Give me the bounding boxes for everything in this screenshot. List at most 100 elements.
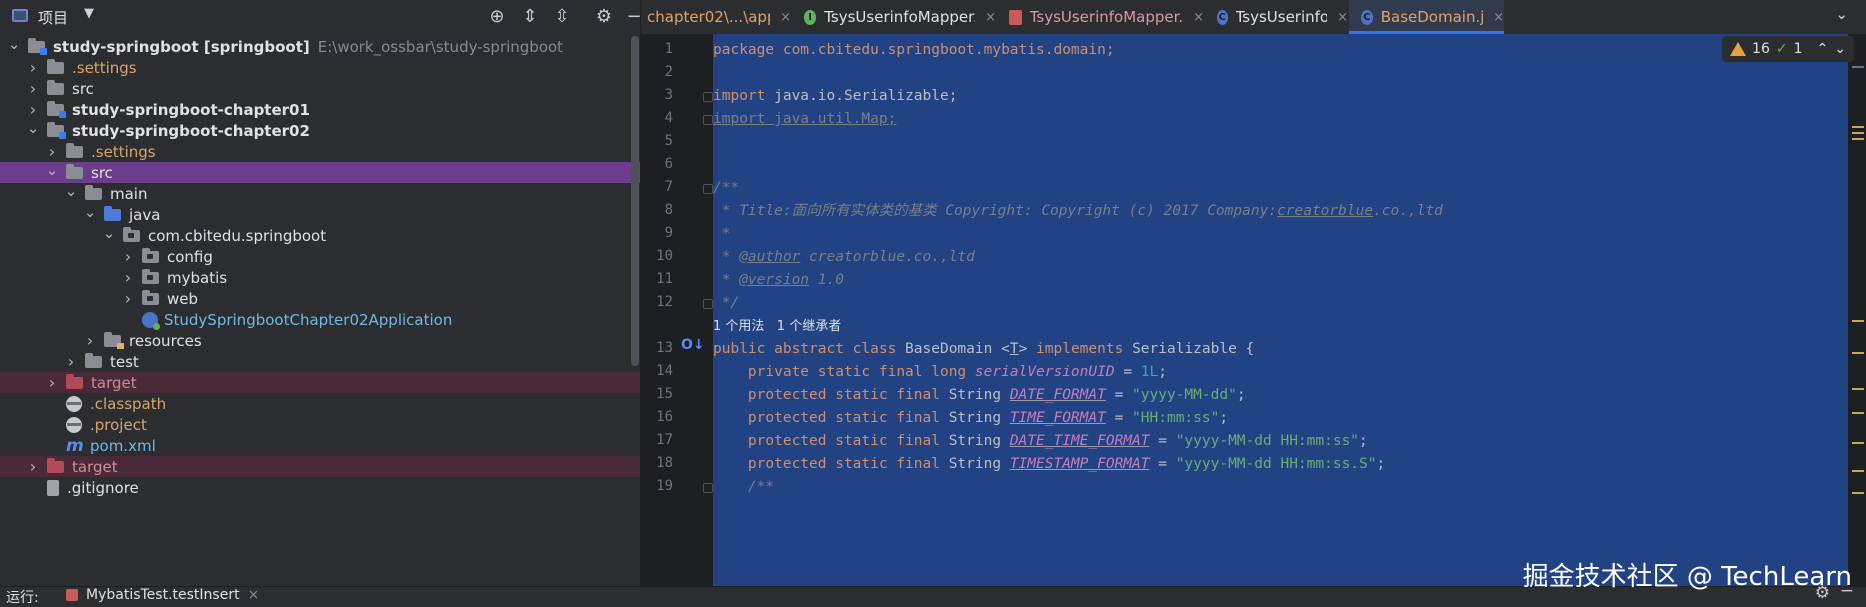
project-view-title[interactable]: 项目 (38, 7, 68, 28)
editor-tab[interactable]: TsysUserinfoMapper.xml × (997, 0, 1204, 34)
tree-node[interactable]: ⌄ com.cbitedu.springboot (0, 224, 640, 246)
editor-tab[interactable]: C BaseDomain.java × (1349, 0, 1504, 34)
run-config-tab[interactable]: MybatisTest.testInsert × (66, 587, 259, 603)
tree-node[interactable]: › mybatis (0, 267, 640, 288)
tree-node[interactable]: › .settings (0, 141, 640, 162)
next-highlight-icon[interactable]: ⌄ (1834, 41, 1846, 57)
chevron-down-icon[interactable]: ⌄ (44, 161, 60, 179)
tree-scrollbar[interactable] (631, 36, 639, 366)
tree-node[interactable]: ⌄ java (0, 203, 640, 225)
usage-inlay-hint[interactable]: 1 个用法 1 个继承者 (713, 314, 841, 338)
scroll-marker[interactable] (1852, 66, 1864, 68)
scroll-marker[interactable] (1852, 132, 1864, 134)
chevron-right-icon[interactable]: › (25, 58, 41, 77)
tree-node[interactable]: ⌄ study-springboot-chapter02 (0, 119, 640, 141)
fold-marker-icon[interactable] (703, 115, 713, 125)
tree-node[interactable]: ⌄ study-springboot [springboot] E:\work_os… (0, 35, 640, 57)
collapse-all-icon[interactable]: ⇳ (549, 4, 575, 30)
eclipse-file-icon (66, 395, 82, 412)
code-view[interactable]: package com.cbitedu.springboot.mybatis.d… (713, 34, 1848, 586)
editor-tab[interactable]: chapter02\...\application.properties × (641, 0, 791, 34)
tree-node[interactable]: › test (0, 351, 640, 372)
previous-highlight-icon[interactable]: ⌃ (1817, 41, 1829, 57)
scroll-marker[interactable] (1852, 388, 1864, 390)
folder-icon (85, 184, 102, 200)
chevron-right-icon[interactable]: › (120, 247, 136, 266)
scroll-marker[interactable] (1852, 442, 1864, 444)
locate-icon[interactable]: ⊕ (484, 4, 510, 30)
chevron-down-icon[interactable]: ⌄ (63, 182, 79, 200)
tree-node[interactable]: › target (0, 372, 640, 393)
tree-node[interactable]: ›mpom.xml (0, 435, 640, 456)
tree-node[interactable]: ›.classpath (0, 393, 640, 414)
line-number: 5 (664, 133, 673, 149)
chevron-down-icon[interactable]: ⌄ (6, 35, 22, 53)
tree-node[interactable]: ›StudySpringbootChapter02Application (0, 309, 640, 330)
editor-tab[interactable]: I TsysUserinfoMapper.java × (792, 0, 996, 34)
tree-node[interactable]: ›.project (0, 414, 640, 435)
close-icon[interactable]: × (780, 10, 791, 25)
tree-node[interactable]: › .settings (0, 57, 640, 78)
close-icon[interactable]: × (985, 10, 996, 25)
chevron-right-icon[interactable]: › (25, 100, 41, 119)
fold-marker-icon[interactable] (703, 299, 713, 309)
implements-keyword: implements (1036, 341, 1124, 357)
chevron-right-icon[interactable]: › (82, 331, 98, 350)
close-icon[interactable]: × (1193, 10, 1204, 25)
tree-node[interactable]: › study-springboot-chapter01 (0, 99, 640, 120)
editor-tab-label: TsysUserinfo.java (1235, 8, 1328, 26)
chevron-down-icon[interactable]: ⌄ (25, 119, 41, 137)
close-icon[interactable]: × (1493, 10, 1504, 25)
author-value: creatorblue.co.,ltd (800, 249, 975, 265)
editor-tab[interactable]: C TsysUserinfo.java × (1205, 0, 1348, 34)
doc-comment-blank: * (713, 226, 731, 242)
editor-scrollbar[interactable] (1852, 66, 1864, 586)
line-number: 17 (656, 432, 673, 448)
inheritors-gutter-icon[interactable]: O↓ (681, 337, 705, 353)
scroll-marker[interactable] (1852, 320, 1864, 322)
editor-tab-bar: chapter02\...\application.properties × I Ts… (641, 0, 1866, 35)
tree-node[interactable]: › web (0, 288, 640, 309)
scroll-marker[interactable] (1852, 352, 1864, 354)
tree-node[interactable]: ⌄ src (0, 161, 640, 183)
chevron-down-icon[interactable]: ⌄ (82, 203, 98, 221)
usage-hint-text[interactable]: 1 个用法 1 个继承者 (713, 319, 841, 334)
field-modifiers: protected static final (713, 433, 949, 449)
tree-node[interactable]: › src (0, 78, 640, 99)
scroll-marker[interactable] (1852, 138, 1864, 140)
scroll-marker[interactable] (1852, 492, 1864, 494)
scroll-marker[interactable] (1852, 126, 1864, 128)
chevron-right-icon[interactable]: › (25, 79, 41, 98)
close-icon[interactable]: × (1337, 10, 1348, 25)
tree-node-label: resources (129, 331, 202, 350)
chevron-right-icon[interactable]: › (44, 373, 60, 392)
maven-icon: m (66, 435, 84, 456)
chevron-right-icon[interactable]: › (44, 142, 60, 161)
tree-node[interactable]: ›.gitignore (0, 477, 640, 498)
chevron-right-icon[interactable]: › (120, 289, 136, 308)
scroll-marker[interactable] (1852, 470, 1864, 472)
chevron-right-icon[interactable]: › (63, 352, 79, 371)
chevron-right-icon[interactable]: › (25, 457, 41, 476)
inspections-widget[interactable]: 16 ✓ 1 ⌃ ⌄ (1722, 36, 1854, 62)
ok-count: 1 (1793, 41, 1803, 57)
line-number: 3 (664, 87, 673, 103)
chevron-down-icon[interactable]: ▼ (84, 6, 94, 21)
fold-marker-icon[interactable] (703, 184, 713, 194)
expand-all-icon[interactable]: ⇕ (517, 4, 543, 30)
chevron-down-icon[interactable]: ⌄ (1835, 5, 1848, 23)
chevron-down-icon[interactable]: ⌄ (101, 224, 117, 242)
code-line-19: /** (713, 475, 774, 499)
chevron-right-icon[interactable]: › (120, 268, 136, 287)
close-icon[interactable]: × (248, 587, 260, 603)
tree-node[interactable]: › resources (0, 330, 640, 351)
fold-marker-icon[interactable] (703, 483, 713, 493)
tree-node[interactable]: ⌄ main (0, 182, 640, 204)
line-number: 11 (656, 271, 673, 287)
minimize-icon[interactable]: − (621, 4, 640, 30)
tree-node[interactable]: › target (0, 456, 640, 477)
scroll-marker[interactable] (1852, 412, 1864, 414)
gear-icon[interactable]: ⚙ (591, 4, 617, 30)
fold-marker-icon[interactable] (703, 92, 713, 102)
tree-node[interactable]: › config (0, 246, 640, 267)
